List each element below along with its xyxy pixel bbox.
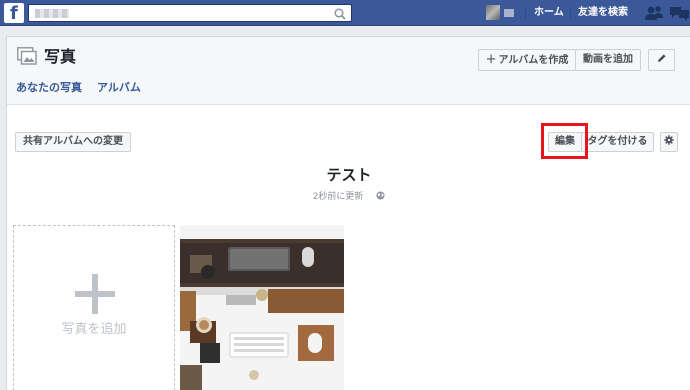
edit-pencil-button[interactable]	[648, 49, 675, 71]
search-icon[interactable]	[333, 7, 347, 21]
convert-shared-album-label: 共有アルバムへの変更	[23, 136, 123, 147]
album-updated-status: 2秒前に更新	[7, 191, 690, 203]
pencil-icon	[657, 54, 666, 62]
nav-find-friends-link[interactable]: 友達を検索	[578, 6, 628, 20]
nav-home-link[interactable]: ホーム	[534, 6, 564, 20]
photos-icon	[17, 47, 37, 65]
profile-name-blurred[interactable]	[504, 9, 514, 17]
settings-button[interactable]	[660, 132, 678, 152]
nav-divider	[570, 7, 571, 19]
convert-shared-album-button[interactable]: 共有アルバムへの変更	[15, 132, 131, 152]
page-title: 写真	[44, 47, 77, 66]
friend-requests-icon[interactable]	[645, 5, 663, 21]
globe-icon[interactable]	[376, 191, 385, 200]
photos-header: 写真 あなたの写真 アルバム + アルバムを作成 動画を追加	[7, 37, 690, 105]
search-input[interactable]	[28, 4, 352, 22]
edit-button-highlight	[541, 123, 588, 159]
create-album-button[interactable]: + アルバムを作成	[478, 49, 576, 71]
top-navigation-bar: f ホーム 友達を検索	[0, 0, 690, 26]
gear-icon	[664, 135, 674, 145]
add-photo-label: 写真を追加	[61, 322, 127, 337]
album-title: テスト	[326, 166, 372, 184]
album-photo-thumbnail[interactable]	[180, 225, 344, 390]
tab-albums[interactable]: アルバム	[97, 81, 141, 95]
create-album-label: アルバムを作成	[498, 55, 569, 66]
add-video-button[interactable]: 動画を追加	[575, 49, 641, 71]
add-photo-tile[interactable]: 写真を追加	[13, 225, 175, 390]
plus-icon	[75, 274, 115, 314]
tag-button[interactable]: タグを付ける	[581, 132, 654, 152]
add-video-label: 動画を追加	[583, 54, 633, 65]
messages-icon[interactable]	[668, 5, 690, 21]
avatar[interactable]	[486, 5, 500, 20]
tab-your-photos[interactable]: あなたの写真	[16, 81, 82, 95]
updated-text: 2秒前に更新	[312, 192, 364, 202]
tag-label: タグを付ける	[587, 136, 648, 147]
facebook-logo-letter: f	[10, 3, 18, 24]
plus-icon: +	[485, 52, 497, 67]
nav-divider	[525, 7, 526, 19]
facebook-logo[interactable]: f	[4, 3, 24, 24]
photos-panel: 写真 あなたの写真 アルバム + アルバムを作成 動画を追加 共有アルバムへの変更…	[6, 36, 690, 390]
search-text-blurred	[35, 9, 69, 18]
